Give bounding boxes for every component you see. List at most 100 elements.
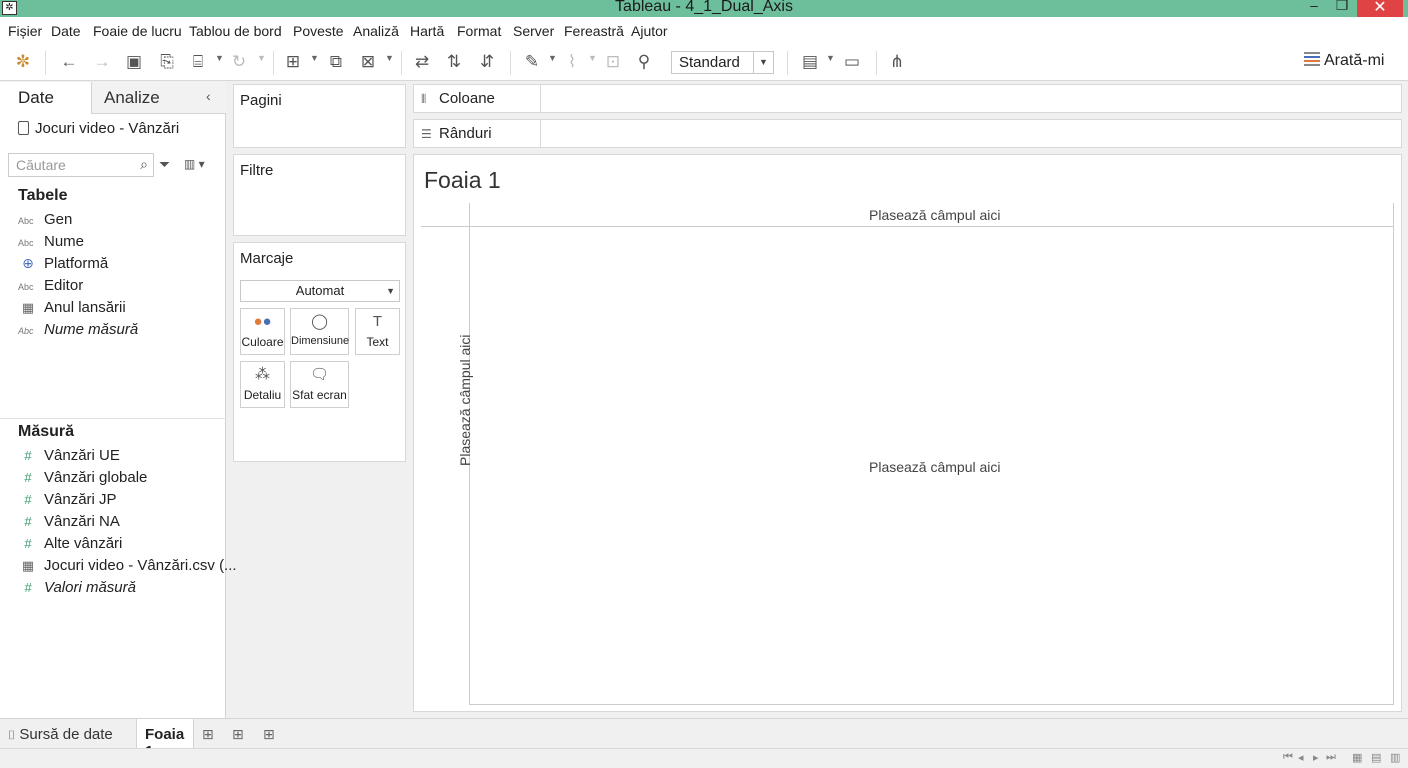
menu-dashboard[interactable]: Tablou de bord [189,23,282,39]
new-worksheet-icon[interactable]: ⊞ [202,726,214,743]
field-release-year[interactable]: ▦ Anul lansării [18,299,126,319]
menu-story[interactable]: Poveste [293,23,344,39]
field-eu-sales[interactable]: # Vânzări UE [18,447,120,467]
field-name[interactable]: Abc Nume [18,233,84,253]
mark-type-select[interactable]: Automat ▼ [240,280,400,302]
first-sheet-icon[interactable]: ⏮ [1283,751,1293,764]
field-platform[interactable]: ⊕ Platformă [18,255,108,275]
columns-shelf[interactable]: ⦀ Coloane [413,84,1402,113]
clear-sheet-icon[interactable]: ⊠ [359,51,377,73]
color-label: Culoare [241,335,284,349]
tooltip-button[interactable]: 🗨 Sfat ecran [290,361,349,408]
highlight-dropdown-icon[interactable]: ▼ [548,53,557,63]
size-icon: ◯ [311,313,328,330]
view-options-icon[interactable]: ▥ ▾ [184,157,205,171]
drop-zone-rows[interactable]: Plasează câmpul aici [457,334,473,466]
menu-server[interactable]: Server [513,23,554,39]
show-me-button[interactable]: Arată-mi [1304,52,1384,70]
close-button[interactable]: ✕ [1357,0,1403,17]
presentation-mode-icon[interactable]: ▭ [843,51,861,73]
worksheet-canvas[interactable]: Foaia 1 Plasează câmpul aici Plasează câ… [413,154,1402,712]
redo-icon[interactable]: → [93,51,111,73]
pause-updates-icon[interactable]: ⌸ [189,51,207,73]
menu-file[interactable]: Fișier [8,23,42,39]
maximize-button[interactable]: ❐ [1322,0,1362,17]
previous-sheet-icon[interactable]: ◂ [1298,751,1304,764]
menu-analysis[interactable]: Analiză [353,23,399,39]
filters-shelf[interactable]: Filtre [233,154,406,236]
field-other-sales[interactable]: # Alte vânzări [18,535,122,555]
next-sheet-icon[interactable]: ▸ [1313,751,1319,764]
group-dropdown-icon[interactable]: ▼ [588,53,597,63]
collapse-pane-icon[interactable]: ‹ [206,88,211,104]
menu-format[interactable]: Format [457,23,501,39]
refresh-icon[interactable]: ↻ [230,51,248,73]
refresh-dropdown-icon[interactable]: ▼ [257,53,266,63]
tab-data[interactable]: Date [0,82,92,114]
new-worksheet-icon[interactable]: ⊞ [284,51,302,73]
field-na-sales[interactable]: # Vânzări NA [18,513,120,533]
new-data-source-icon[interactable]: ⎘ [158,51,176,73]
chevron-down-icon[interactable]: ▼ [386,281,395,301]
menu-data[interactable]: Date [51,23,81,39]
drop-zone-columns[interactable]: Plasează câmpul aici [869,207,1001,223]
text-button[interactable]: T Text [355,308,400,355]
field-record-count[interactable]: ▦ Jocuri video - Vânzări.csv (... [18,557,237,577]
field-measure-names[interactable]: Abc Nume măsură [18,321,138,341]
menu-window[interactable]: Fereastră [564,23,624,39]
highlight-icon[interactable]: ✎ [523,51,541,73]
show-mark-labels-icon[interactable]: ⊡ [604,51,622,73]
chevron-down-icon[interactable]: ▼ [753,52,773,73]
tab-sheet-1[interactable]: Foaia 1 [136,719,194,760]
field-publisher[interactable]: Abc Editor [18,277,83,297]
menu-bar: Fișier Date Foaie de lucru Tablou de bor… [0,17,1408,45]
group-members-icon[interactable]: ⌇ [563,51,581,73]
tableau-logo-icon[interactable]: ✼ [14,51,32,73]
show-me-icon [1304,52,1320,66]
sort-ascending-icon[interactable]: ⇅ [445,51,463,73]
undo-icon[interactable]: ← [60,51,78,73]
field-genre[interactable]: Abc Gen [18,211,72,231]
search-field[interactable]: Căutare ⌕ [8,153,154,177]
tab-data-source[interactable]: ⌷ Sursă de date [0,719,136,749]
rows-shelf[interactable]: ☰ Rânduri [413,119,1402,148]
measure-hash-icon: # [24,580,32,595]
field-measure-values[interactable]: # Valori măsură [18,579,136,599]
new-dashboard-icon[interactable]: ⊞ [232,726,244,743]
sheet-title[interactable]: Foaia 1 [424,167,501,194]
color-button[interactable]: ●● Culoare [240,308,285,355]
field-global-sales[interactable]: # Vânzări globale [18,469,147,489]
sort-descending-icon[interactable]: ⇵ [478,51,496,73]
globe-icon: ⊕ [22,255,34,271]
new-worksheet-dropdown-icon[interactable]: ▼ [310,53,319,63]
swap-rows-columns-icon[interactable]: ⇄ [413,51,431,73]
menu-worksheet[interactable]: Foaie de lucru [93,23,182,39]
size-button[interactable]: ◯ Dimensiune [290,308,349,355]
menu-help[interactable]: Ajutor [631,23,668,39]
show-sheet-sorter-icon[interactable]: ▤ [1371,751,1381,764]
fix-axes-pin-icon[interactable]: ⚲ [635,51,653,73]
date-grid-icon: ▦ [21,300,35,315]
share-icon[interactable]: ⋔ [888,51,906,73]
show-cards-icon[interactable]: ▤ [801,51,819,73]
clear-sheet-dropdown-icon[interactable]: ▼ [385,53,394,63]
pages-shelf[interactable]: Pagini [233,84,406,148]
filter-icon[interactable]: ⏷ [159,156,170,173]
detail-label: Detaliu [243,388,282,402]
last-sheet-icon[interactable]: ⏭ [1326,751,1336,764]
field-jp-sales[interactable]: # Vânzări JP [18,491,116,511]
pane-divider[interactable] [0,418,226,419]
duplicate-sheet-icon[interactable]: ⧉ [327,51,345,73]
fit-view-select[interactable]: Standard ▼ [671,51,774,74]
menu-map[interactable]: Hartă [410,23,444,39]
pause-updates-dropdown-icon[interactable]: ▼ [215,53,224,63]
drop-zone-center[interactable]: Plasează câmpul aici [869,459,1001,475]
detail-button[interactable]: ⁂ Detaliu [240,361,285,408]
show-filmstrip-icon[interactable]: ▦ [1352,751,1362,764]
field-label: Vânzări NA [44,513,120,530]
save-icon[interactable]: ▣ [125,51,143,73]
data-source-item[interactable]: Jocuri video - Vânzări [18,120,179,137]
show-cards-dropdown-icon[interactable]: ▼ [826,53,835,63]
new-story-icon[interactable]: ⊞ [263,726,275,743]
show-tabs-icon[interactable]: ▥ [1390,751,1400,764]
